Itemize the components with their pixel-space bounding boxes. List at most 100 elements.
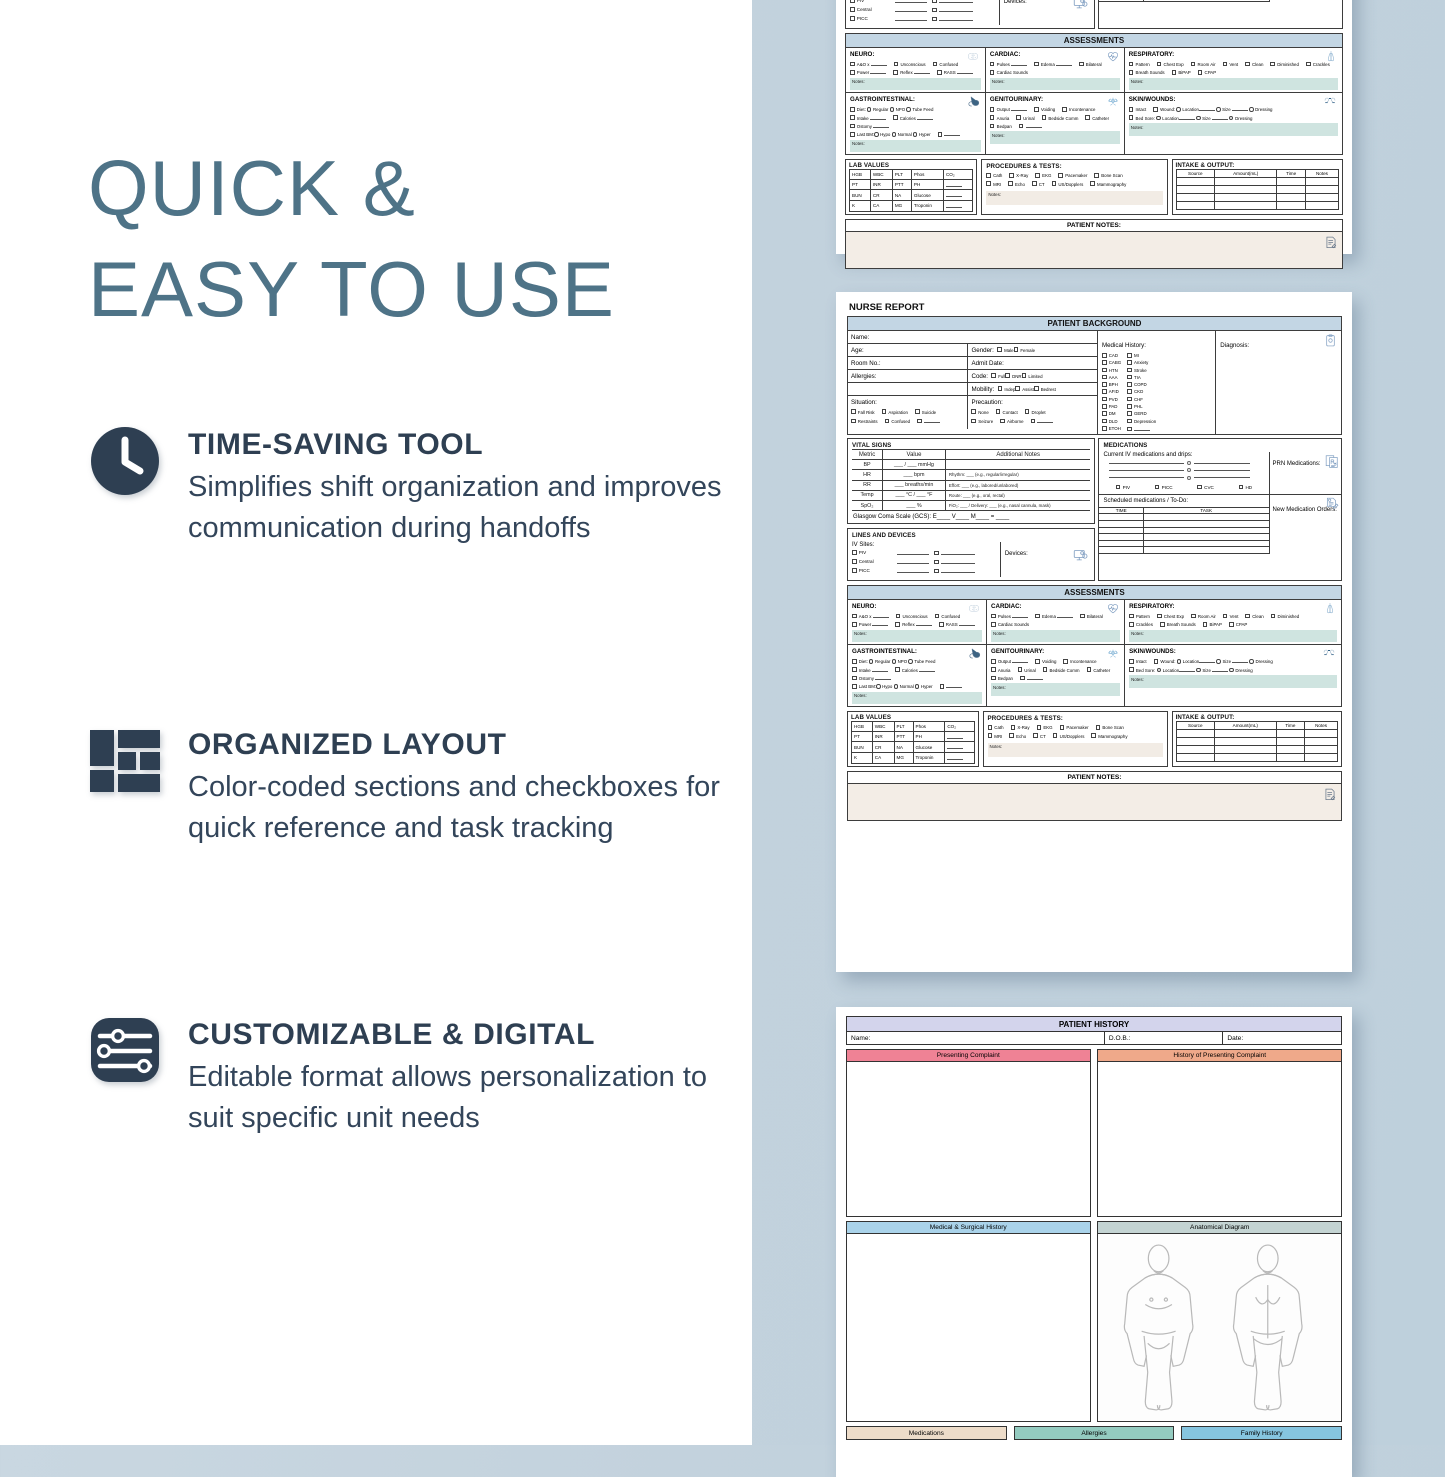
procedures-tests-section: PROCEDURES & TESTS: Cath X-Ray EKG Pacemaker… [981,159,1168,215]
lab-values-section: LAB VALUES HGB WBC PLT Phos CO₂ PT INR PTT PH BUN C… [845,159,978,215]
assessment-genitourinary: GENITOURINARY: Output Voiding Incontenance… [984,93,1124,155]
patient-history-card[interactable]: PATIENT HISTORY Name: D.O.B.: Date: Presenti… [836,1007,1352,1477]
field-name[interactable]: Name: [847,1032,1104,1044]
monitor-icon [1073,548,1088,568]
headline-line-1: QUICK & [88,144,416,232]
section-body-2[interactable] [846,1234,1091,1422]
nurse-report-card[interactable]: NURSE REPORT PATIENT BACKGROUND Name: Age:… [836,292,1352,972]
procedures-title: PROCEDURES & TESTS: [986,163,1062,171]
assessment-genitourinary: GENITOURINARY: Output Voiding Incontenance… [986,645,1124,707]
patient-notes-band: PATIENT NOTES: [845,218,1343,231]
assessment-skinwounds: SKIN/WOUNDS: Intact Wound: Location Size D… [1123,93,1342,155]
assessments-band: ASSESSMENTS [847,585,1342,601]
field-cell[interactable]: Mobility: Indep Assist Bedrest [967,383,1096,395]
field-cell[interactable] [848,383,967,395]
assessment-notes[interactable]: Notes: [850,77,981,91]
assessments-section: NEURO: A&O x Unconscious ConfusedPower Ref… [847,600,1342,708]
field-cell[interactable]: Admit Date: [967,357,1096,369]
footer-tab-medications[interactable]: Medications [846,1426,1007,1440]
note-icon [1323,788,1337,807]
feature-title: CUSTOMIZABLE & DIGITAL [188,1018,596,1051]
intake-output-section: INTAKE & OUTPUT: Source Amount(mL) Time Note… [1171,711,1342,767]
lines-devices-title: LINES AND DEVICES [852,532,916,540]
lines-devices-section: LINES AND DEVICESIV Sites:PIVCentralPICC… [845,0,1095,30]
brain-icon [967,602,982,620]
assessment-notes[interactable]: Notes: [991,629,1121,643]
patient-background-section: Name: Age: Gender: Male Female Room No.: Admi… [847,331,1342,435]
lines-devices-section: LINES AND DEVICESIV Sites:PIVCentralPICC… [847,528,1096,582]
skin-icon [1322,95,1338,113]
assessment-notes[interactable]: Notes: [989,131,1120,144]
page-title: QUICK & EASY TO USE [88,138,615,341]
assessment-notes[interactable]: Notes: [852,691,983,705]
headline-line-2: EASY TO USE [88,245,615,334]
footer-tab-family-history[interactable]: Family History [1181,1426,1342,1440]
document-edit-icon [1325,497,1339,516]
assessment-respiratory: RESPIRATORY: Pattern Chest Exp Room Air Vent… [1124,600,1341,645]
left-info-panel: QUICK & EASY TO USE TIME-SAVING TOOL Sim… [0,0,752,1445]
field-date[interactable]: Date: [1222,1032,1341,1044]
sliders-icon [88,1014,162,1088]
skin-icon [1321,647,1337,665]
lab-values-section: LAB VALUES HGB WBC PLT Phos CO₂ PT INR PTT PH BUN C… [847,711,979,767]
field-cell[interactable]: Code: Full DNR Limited [967,370,1096,382]
section-body-3[interactable] [1097,1234,1342,1422]
lab-values-title: LAB VALUES [851,714,892,722]
medications-section: MEDICATIONSCurrent IV medications and dr… [1097,0,1343,30]
medications-title: MEDICATIONS [1103,441,1148,449]
feature-title: TIME-SAVING TOOL [188,428,484,461]
clipboard-icon [1324,334,1337,352]
anatomical-diagram-icon [1124,1244,1304,1411]
assessments-band: ASSESSMENTS [845,33,1343,49]
section-header-3: Anatomical Diagram [1097,1221,1342,1234]
field-name[interactable]: Name: [848,331,1097,344]
assessment-notes[interactable]: Notes: [1128,123,1338,136]
prescription-icon [1325,454,1339,473]
patient-history-fields: Name: D.O.B.: Date: [846,1032,1342,1045]
vital-signs-title: VITAL SIGNS [852,441,892,449]
medical-history-field[interactable]: Medical History: CAD CABG HTN AAA BPH AFID PVD P… [1096,331,1215,434]
assessment-respiratory: RESPIRATORY: Pattern Chest Exp Room Air Vent… [1123,48,1342,93]
precaution-field[interactable]: Precaution: None Contact Droplet Seizure Airb… [967,396,1096,429]
assessment-notes[interactable]: Notes: [991,683,1121,696]
monitor-icon [1073,0,1088,16]
heart-icon [1106,602,1120,620]
assessment-notes[interactable]: Notes: [1129,675,1337,688]
procedures-notes[interactable]: Notes: [986,190,1163,206]
heart-icon [1106,50,1120,68]
field-dob[interactable]: D.O.B.: [1103,1032,1223,1044]
feature-description: Editable format allows personalization t… [188,1061,708,1134]
assessment-notes[interactable]: Notes: [852,629,983,643]
note-icon [1324,236,1338,255]
section-body-1[interactable] [1097,1062,1342,1217]
field-cell[interactable]: Room No.: [848,357,967,369]
patient-notes-body[interactable] [847,782,1342,821]
situation-field[interactable]: Situation: Fall Risk Aspiration Suicide Rest… [848,396,967,429]
assessment-notes[interactable]: Notes: [1129,629,1337,643]
assessment-cardiac: CARDIAC: Pulses Edema BilateralCardiac So… [984,48,1124,93]
clock-icon [88,424,162,498]
procedures-title: PROCEDURES & TESTS: [987,715,1063,723]
assessment-notes[interactable]: Notes: [1128,77,1338,91]
assessment-notes[interactable]: Notes: [989,77,1120,91]
background-left-fields: Name: Age: Gender: Male Female Room No.: Admi… [848,331,1097,434]
field-cell[interactable]: Allergies: [848,370,967,382]
field-cell[interactable]: Age: [848,344,967,356]
patient-notes-body[interactable] [845,230,1343,269]
section-header-2: Medical & Surgical History [846,1221,1091,1234]
gcs-field[interactable]: Glasgow Coma Scale (GCS): E____ V____ M_… [852,511,1090,523]
procedures-tests-section: PROCEDURES & TESTS: Cath X-Ray EKG Pacemaker… [982,711,1168,767]
section-body-0[interactable] [846,1062,1091,1217]
assessment-neuro: NEURO: A&O x Unconscious ConfusedPower Ref… [846,48,985,92]
procedures-notes[interactable]: Notes: [987,742,1163,758]
diagnosis-field[interactable]: Diagnosis: [1215,331,1341,434]
nurse-report-title: NURSE REPORT [849,302,925,313]
feature-description: Simplifies shift organization and improv… [188,471,722,544]
assessment-notes[interactable]: Notes: [850,139,981,153]
nurse-report-card-partial[interactable]: PATIENT BACKGROUNDName:Age:Gender: MaleF… [836,0,1352,269]
kidney-icon [1106,647,1120,665]
assessment-gastrointestinal: GASTROINTESTINAL: Diet: Regular NPO Tube … [848,645,986,706]
field-cell[interactable]: Gender: Male Female [967,344,1096,356]
footer-tab-allergies[interactable]: Allergies [1013,1426,1175,1440]
feature-description: Color-coded sections and checkboxes for … [188,771,720,844]
